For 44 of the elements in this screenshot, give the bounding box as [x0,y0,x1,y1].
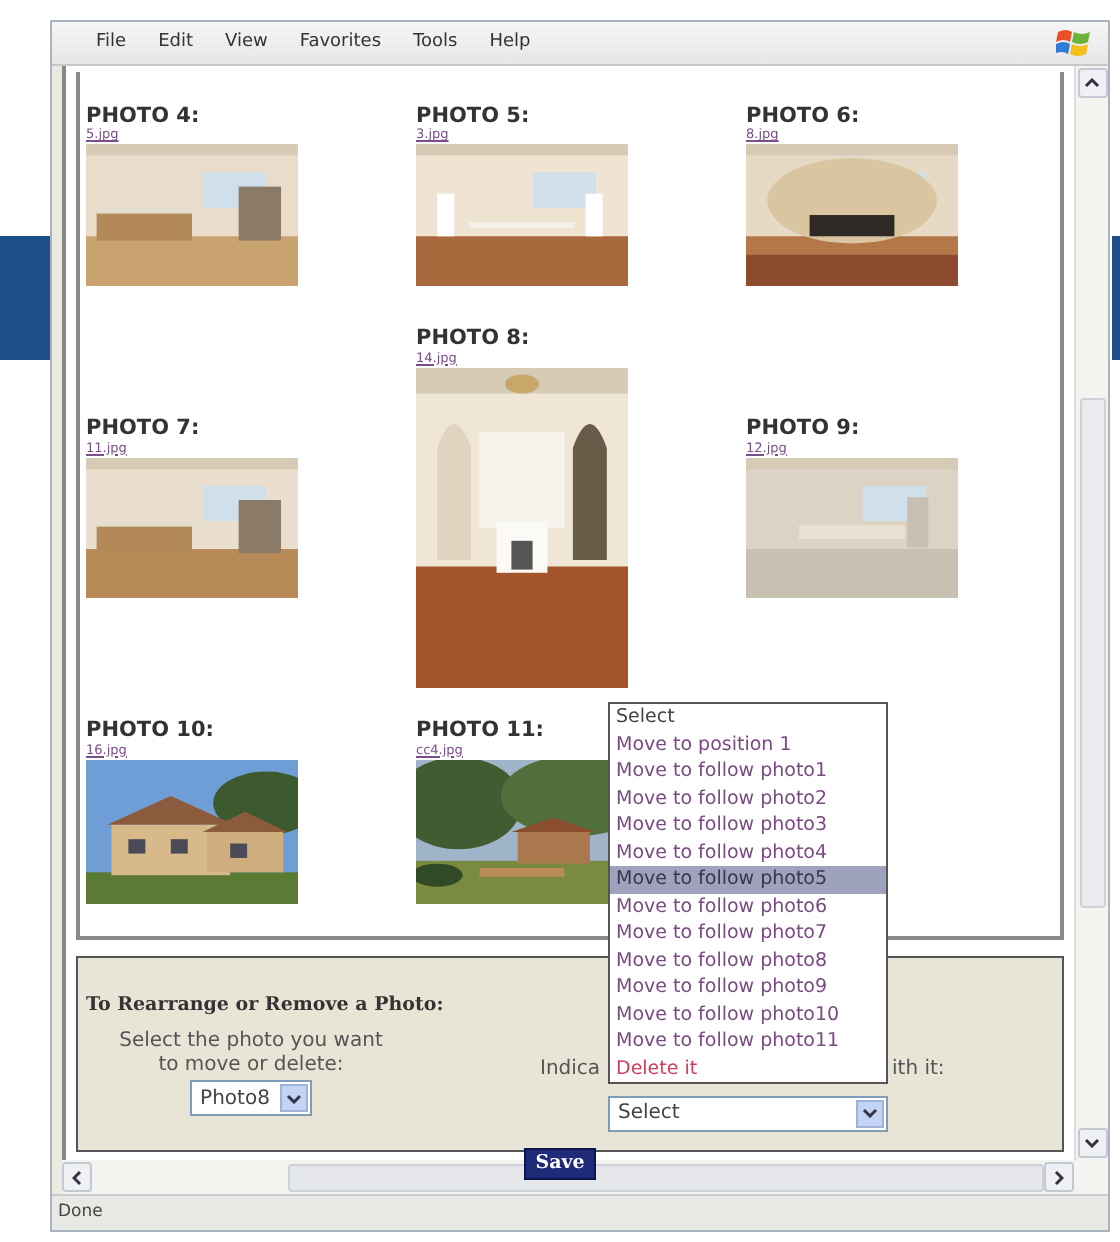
field-label: ith it: [892,1056,945,1084]
instruction-text: Select the photo you want to move or delete: [117,1030,385,1076]
scroll-right-icon[interactable] [1054,1169,1064,1185]
menu-item[interactable]: Help [473,29,547,57]
scroll-left-icon[interactable] [72,1169,82,1185]
menu-item[interactable]: Favorites [283,29,398,57]
photo-title: PHOTO 7: [86,418,200,442]
vertical-scrollbar[interactable] [1074,66,1108,1160]
panel-title: To Rearrange or Remove a Photo: [86,992,444,1020]
side-panel [1112,236,1120,360]
dropdown-option[interactable]: Move to follow photo4 [610,839,886,866]
dropdown-option[interactable]: Move to follow photo9 [610,974,886,1001]
photo-select[interactable]: Photo8 [190,1080,312,1116]
menu-item[interactable]: Tools [397,29,474,57]
windows-logo-icon [1056,27,1092,59]
menu-item[interactable]: File [80,29,143,57]
dropdown-option[interactable]: Move to follow photo2 [610,785,886,812]
photo-title: PHOTO 9: [746,418,860,442]
dropdown-option[interactable]: Move to follow photo6 [610,893,886,920]
photo-title: PHOTO 4: [86,105,200,128]
photo-title: PHOTO 11: [416,720,544,744]
photo-title: PHOTO 5: [416,105,530,128]
dropdown-option[interactable]: Move to follow photo10 [610,1001,886,1028]
menu-item[interactable]: Edit [142,29,209,57]
save-button[interactable]: Save [523,1148,597,1180]
photo-title: PHOTO 8: [416,328,530,352]
dropdown-option[interactable]: Move to follow photo3 [610,812,886,839]
side-panel [0,236,52,360]
scroll-up-icon[interactable] [1084,78,1100,88]
action-select[interactable]: Select [608,1095,888,1131]
status-text: Done [58,1200,103,1226]
dropdown-option[interactable]: Move to follow photo5 [610,866,886,893]
dropdown-option[interactable]: Select [610,704,886,731]
dropdown-option[interactable]: Move to follow photo8 [610,947,886,974]
menu-item[interactable]: View [209,29,284,57]
dropdown-option[interactable]: Move to follow photo11 [610,1028,886,1055]
photo-title: PHOTO 10: [86,720,214,744]
dropdown-option[interactable]: Move to follow photo7 [610,920,886,947]
field-label: Indica [540,1056,603,1084]
dropdown-option[interactable]: Move to position 1 [610,731,886,758]
scroll-down-icon[interactable] [1084,1138,1100,1148]
dropdown-option[interactable]: Move to follow photo1 [610,758,886,785]
dropdown-option[interactable]: Delete it [610,1055,886,1082]
photo-title: PHOTO 6: [746,105,860,128]
